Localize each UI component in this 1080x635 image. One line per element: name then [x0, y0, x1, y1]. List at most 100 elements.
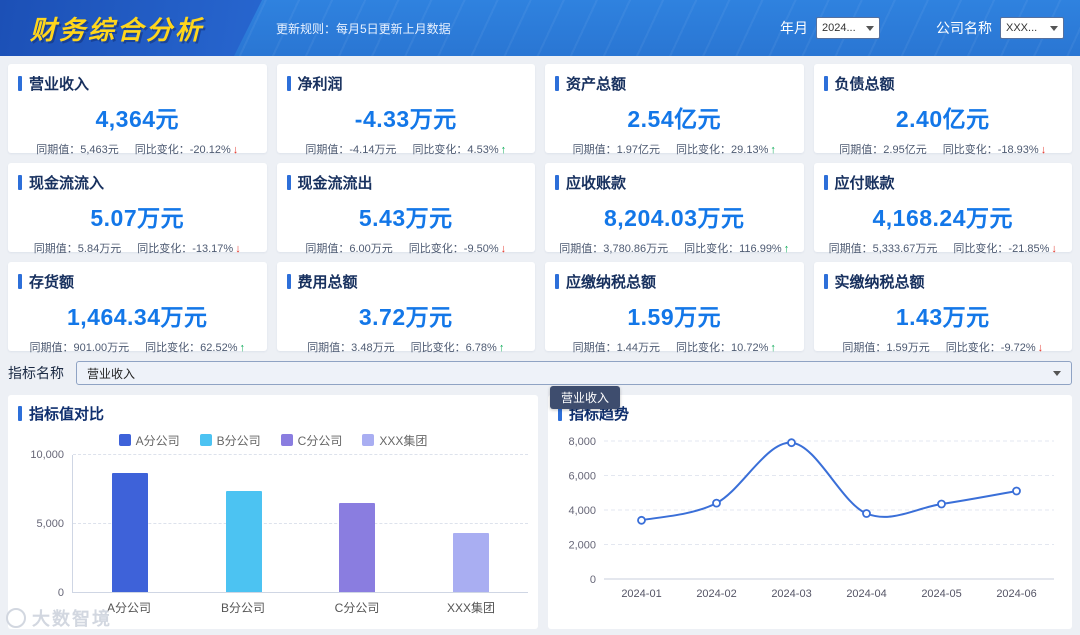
bar-chart-x-labels: A分公司 B分公司 C分公司 XXX集团 — [72, 593, 528, 615]
kpi-footer: 同期值：-4.14万元 同比变化：4.53% ↑ — [287, 141, 526, 157]
title-bar-icon — [18, 405, 22, 421]
bar-C分公司[interactable] — [339, 502, 376, 592]
kpi-title: 应收账款 — [566, 175, 627, 192]
kpi-footer: 同期值：901.00万元 同比变化：62.52% ↑ — [18, 339, 257, 355]
legend-item[interactable]: C分公司 — [280, 433, 343, 448]
page-title: 财务综合分析 — [30, 14, 205, 45]
indicator-select-value: 营业收入 — [87, 366, 136, 381]
kpi-title-row: 应缴纳税总额 — [555, 271, 794, 292]
x-tick-label: 2024-02 — [696, 588, 736, 600]
trend-line — [641, 441, 1017, 522]
data-point-2024-01[interactable] — [637, 515, 646, 525]
app-title-banner: 财务综合分析 — [0, 0, 262, 56]
header-controls: 年月 2024... 公司名称 XXX... — [780, 17, 1080, 39]
kpi-change: 同比变化：29.13% ↑ — [676, 144, 776, 156]
kpi-card: 应付账款 4,168.24万元 同期值：5,333.67万元 同比变化：-21.85%… — [813, 163, 1072, 255]
compare-panel-title: 指标值对比 — [18, 403, 528, 423]
x-tick-label: B分公司 — [220, 601, 265, 615]
legend-label: XXX集团 — [379, 433, 428, 448]
kpi-previous-value: 同期值：-4.14万元 — [305, 144, 397, 156]
legend-swatch — [280, 434, 293, 446]
kpi-title: 存货额 — [29, 274, 75, 291]
kpi-value: 8,204.03万元 — [603, 205, 745, 231]
kpi-value: 5.07万元 — [90, 205, 185, 231]
trend-up-icon: ↑ — [770, 342, 776, 354]
kpi-footer: 同期值：5,333.67万元 同比变化：-21.85% ↓ — [824, 240, 1063, 256]
legend-item[interactable]: B分公司 — [199, 433, 261, 448]
kpi-title-bar-icon — [823, 175, 828, 190]
kpi-previous-value: 同期值：5,463元 — [36, 144, 119, 156]
legend-label: C分公司 — [297, 433, 343, 448]
y-tick-label: 2,000 — [568, 540, 596, 552]
kpi-value: 1,464.34万元 — [66, 304, 208, 330]
kpi-title-bar-icon — [18, 274, 22, 289]
chevron-down-icon — [1050, 25, 1058, 31]
kpi-title: 现金流流出 — [297, 175, 373, 192]
kpi-title-bar-icon — [286, 274, 291, 289]
kpi-title: 现金流流入 — [29, 175, 105, 192]
kpi-card: 现金流流入 5.07万元 同期值：5.84万元 同比变化：-13.17% ↓ — [8, 163, 267, 255]
legend-swatch — [362, 434, 375, 446]
kpi-title-row: 现金流流入 — [18, 172, 257, 193]
kpi-title: 实缴纳税总额 — [834, 274, 925, 291]
update-rule-text: 更新规则：每月5日更新上月数据 — [276, 21, 451, 36]
y-tick-label: 0 — [57, 587, 64, 599]
kpi-previous-value: 同期值：901.00万元 — [29, 342, 130, 354]
kpi-title-bar-icon — [286, 175, 291, 190]
kpi-card: 应收账款 8,204.03万元同期值：3,780.86万元 同比变化：116.99%… — [545, 163, 804, 255]
bar-XXX集团[interactable] — [453, 533, 490, 592]
gridline — [73, 454, 528, 455]
y-tick-label: 8,000 — [568, 436, 596, 448]
bar-A分公司[interactable] — [111, 472, 148, 592]
kpi-title-bar-icon — [555, 175, 559, 190]
company-select[interactable]: XXX... — [1000, 17, 1064, 39]
kpi-change: 同比变化：-21.85% ↓ — [953, 243, 1057, 255]
kpi-footer: 同期值：3,780.86万元 同比变化：116.99% ↑ — [555, 240, 794, 256]
kpi-card: 净利润 -4.33万元 同期值：-4.14万元 同比变化：4.53% ↑ — [276, 64, 535, 156]
kpi-title-row: 存货额 — [18, 271, 257, 292]
kpi-title: 营业收入 — [29, 76, 90, 93]
legend-item[interactable]: A分公司 — [118, 433, 180, 448]
year-month-select-value: 2024... — [822, 22, 856, 34]
x-tick-label: 2024-03 — [771, 588, 811, 600]
year-month-select[interactable]: 2024... — [816, 17, 880, 39]
kpi-title-bar-icon — [18, 175, 22, 190]
bar-legend: A分公司 B分公司 C分公司 XXX集团 — [18, 433, 528, 448]
x-tick-label: XXX集团 — [446, 601, 495, 615]
bar-B分公司[interactable] — [225, 490, 262, 592]
data-point-2024-04[interactable] — [862, 509, 871, 518]
kpi-card: 存货额 1,464.34万元同期值：901.00万元 同比变化：62.52% ↑ — [8, 262, 267, 354]
data-point-2024-05[interactable] — [937, 499, 946, 509]
kpi-previous-value: 同期值：2.95亿元 — [839, 144, 927, 156]
indicator-select[interactable]: 营业收入 — [76, 361, 1072, 385]
legend-label: B分公司 — [216, 433, 261, 448]
bar-chart-y-axis: 0 5,000 10,000 — [18, 449, 72, 615]
legend-swatch — [199, 434, 212, 446]
kpi-title-bar-icon — [555, 76, 559, 91]
data-point-2024-02[interactable] — [712, 498, 721, 508]
kpi-change: 同比变化：6.78% ↑ — [410, 342, 505, 354]
kpi-grid: 营业收入 4,364元 同期值：5,463元 同比变化：-20.12% ↓ 净利润 -4.3… — [0, 56, 1080, 357]
company-name-label: 公司名称 — [936, 20, 992, 36]
kpi-value: 2.54亿元 — [627, 106, 722, 132]
kpi-title-row: 资产总额 — [555, 73, 794, 94]
kpi-previous-value: 同期值：1.59万元 — [842, 342, 930, 354]
kpi-previous-value: 同期值：6.00万元 — [305, 243, 393, 255]
kpi-title: 应缴纳税总额 — [566, 274, 657, 291]
legend-item[interactable]: XXX集团 — [362, 433, 428, 448]
kpi-previous-value: 同期值：3,780.86万元 — [559, 243, 669, 255]
y-tick-label: 6,000 — [568, 471, 596, 483]
data-point-2024-03[interactable] — [787, 438, 796, 448]
kpi-previous-value: 同期值：1.97亿元 — [572, 144, 661, 156]
bar-plot — [72, 454, 528, 593]
kpi-value: 1.59万元 — [627, 304, 722, 330]
x-tick-label: 2024-06 — [996, 588, 1036, 600]
kpi-previous-value: 同期值：1.44万元 — [572, 342, 661, 354]
compare-panel-title-text: 指标值对比 — [29, 405, 105, 423]
kpi-change: 同比变化：-9.72% ↓ — [945, 342, 1044, 354]
data-point-2024-06[interactable] — [1012, 486, 1021, 496]
kpi-title: 资产总额 — [566, 76, 627, 93]
trend-panel-title: 指标趋势 — [558, 403, 1062, 423]
trend-down-icon: ↓ — [232, 144, 239, 156]
kpi-footer: 同期值：6.00万元 同比变化：-9.50% ↓ — [287, 240, 526, 256]
